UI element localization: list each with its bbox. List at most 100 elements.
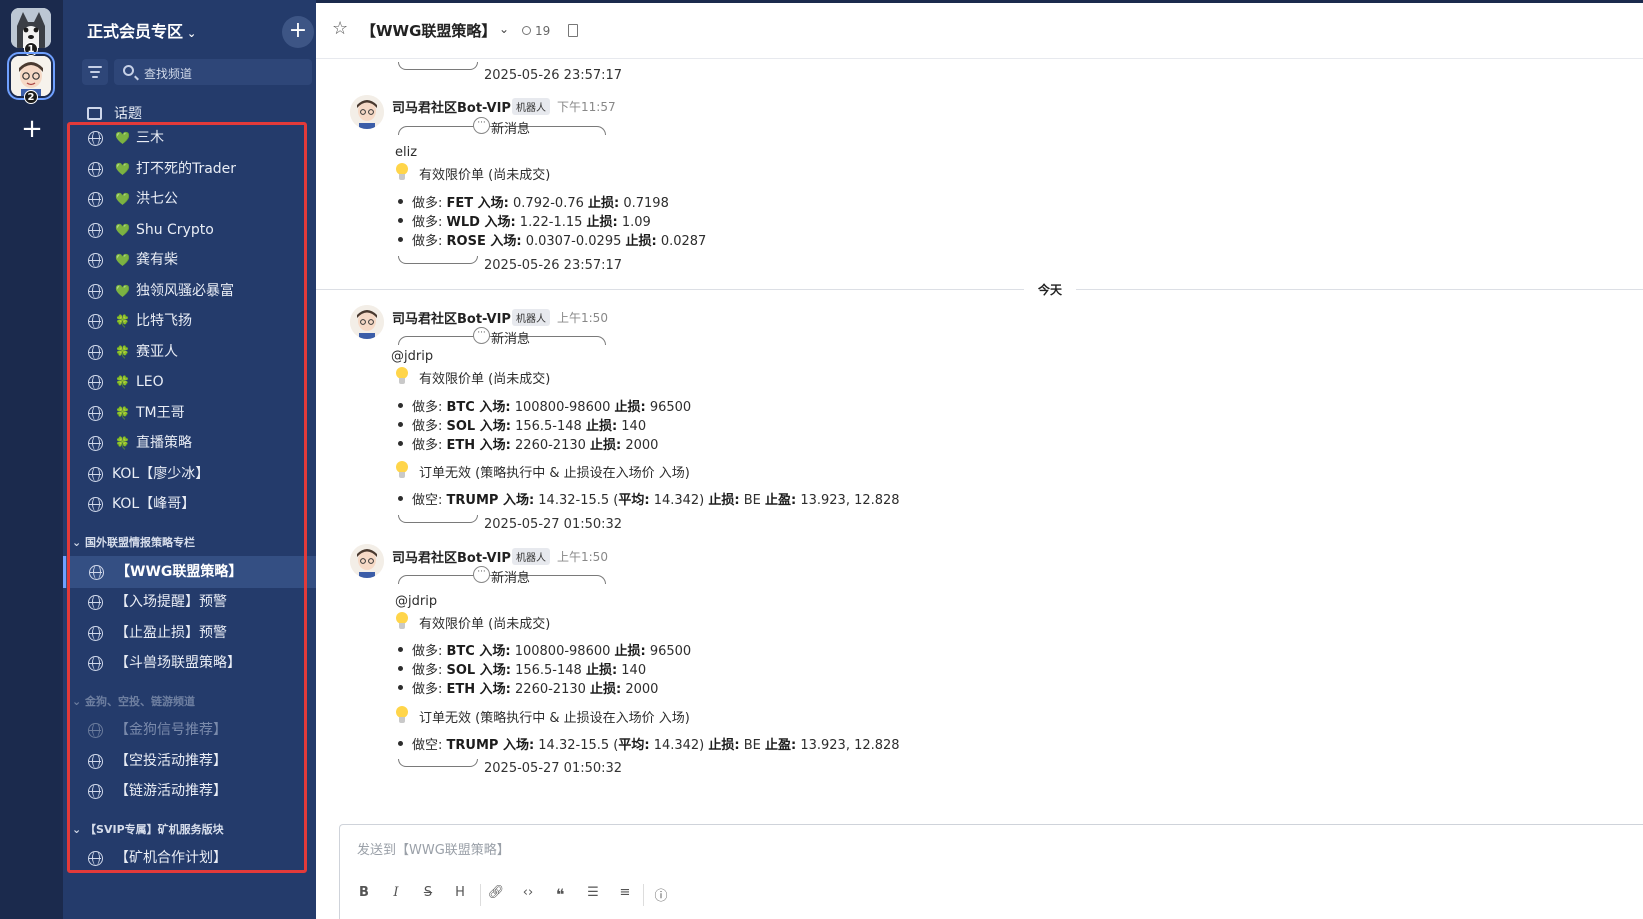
message-header: 新消息 [491, 571, 531, 586]
category-header[interactable]: ⌄ 【SVIP专属】矿机服务版块 [72, 821, 224, 837]
message-composer[interactable]: 发送到【WWG联盟策略】 B I S H 🔗︎ ‹› ❝ ☰ ≡ ⓘ [339, 824, 1643, 919]
channel-label: 【斗兽场联盟策略】 [115, 655, 241, 671]
member-count[interactable]: 19 [522, 24, 550, 38]
globe-icon [88, 284, 103, 299]
star-icon[interactable]: ☆ [332, 18, 348, 39]
channel-label: 【空投活动推荐】 [115, 753, 227, 769]
section-title: 有效限价单 (尚未成交) [419, 617, 551, 632]
lightbulb-icon [395, 163, 409, 181]
search-icon [123, 65, 134, 76]
server-badge: 1 [24, 42, 38, 56]
message-header: 新消息 [491, 332, 531, 347]
channel-item[interactable]: 🍀 赛亚人 [66, 336, 330, 368]
heading-button[interactable]: H [449, 885, 471, 905]
message-author[interactable]: 司马君社区Bot-VIP [392, 308, 511, 327]
toolbar-divider [643, 884, 644, 906]
channel-item[interactable]: 💚 洪七公 [66, 183, 330, 215]
add-server-icon[interactable]: + [18, 116, 46, 144]
channel-item[interactable]: 🍀 TM王哥 [66, 397, 330, 429]
topics-link[interactable]: 话题 [87, 103, 142, 123]
server-icon-1[interactable]: 1 [11, 8, 51, 56]
channel-item[interactable]: 【金狗信号推荐】 [66, 714, 330, 746]
channel-item[interactable]: 💚 Shu Crypto [66, 214, 330, 246]
server-rail: 1 2 + [0, 0, 63, 919]
channel-item[interactable]: 【矿机合作计划】 [66, 842, 330, 874]
channel-title[interactable]: 【WWG联盟策略】 [361, 20, 496, 41]
channel-item[interactable]: 【止盈止损】预警 [66, 617, 330, 649]
mention[interactable]: eliz [395, 145, 417, 160]
chevron-down-icon[interactable]: ⌄ [499, 22, 509, 36]
channel-sidebar: 正式会员专区 ⌄ + 查找频道 话题 💚 三木 💚 打不死的Trader 💚 洪七公 💚… [63, 0, 330, 919]
green-heart-icon: 💚 [115, 192, 130, 206]
clover-icon: 🍀 [115, 345, 130, 359]
channel-item[interactable]: 【入场提醒】预警 [66, 586, 330, 618]
bullet-icon [398, 496, 403, 501]
category-header[interactable]: ⌄ 国外联盟情报策略专栏 [72, 534, 195, 550]
quote-icon[interactable]: ❝ [549, 885, 571, 905]
mention[interactable]: @jdrip [391, 349, 433, 364]
channel-item[interactable]: 🍀 比特飞扬 [66, 305, 330, 337]
message-author[interactable]: 司马君社区Bot-VIP [392, 547, 511, 566]
channel-label: 比特飞扬 [135, 313, 192, 329]
add-channel-button[interactable]: + [282, 16, 314, 48]
category-header[interactable]: ⌄ 金狗、空投、链游频道 [72, 693, 195, 709]
order-line: 做空: TRUMP 入场: 14.32-15.5 (平均: 14.342) 止损… [412, 493, 900, 508]
channel-label: 打不死的Trader [135, 161, 237, 177]
channel-item[interactable]: 💚 三木 [66, 122, 330, 154]
channel-item[interactable]: 💚 独领风骚必暴富 [66, 275, 330, 307]
channel-label: 【金狗信号推荐】 [115, 722, 227, 738]
globe-icon [88, 162, 103, 177]
channel-item[interactable]: 【空投活动推荐】 [66, 745, 330, 777]
message-timestamp: 2025-05-26 23:57:17 [484, 68, 623, 83]
strikethrough-button[interactable]: S [417, 885, 439, 905]
avatar[interactable] [350, 95, 384, 129]
category-label: 国外联盟情报策略专栏 [85, 536, 196, 549]
code-icon[interactable]: ‹› [517, 885, 539, 905]
bullet-icon [398, 199, 403, 204]
globe-icon [88, 784, 103, 799]
order-line: 做多: FET 入场: 0.792-0.76 止损: 0.7198 [412, 196, 669, 211]
message-author[interactable]: 司马君社区Bot-VIP [392, 97, 511, 116]
channel-item[interactable]: KOL【廖少冰】 [66, 458, 330, 490]
server-badge: 2 [24, 90, 38, 104]
channel-item[interactable]: 【链游活动推荐】 [66, 775, 330, 807]
channel-label: LEO [135, 374, 164, 390]
globe-icon [88, 851, 103, 866]
link-icon[interactable]: 🔗︎ [485, 885, 507, 905]
channel-item[interactable]: 💚 龚有柴 [66, 244, 330, 276]
numbered-list-icon[interactable]: ≡ [614, 885, 636, 905]
server-icon-2[interactable]: 2 [7, 52, 55, 104]
globe-icon [88, 375, 103, 390]
globe-icon [88, 314, 103, 329]
globe-icon [88, 223, 103, 238]
document-icon[interactable] [568, 24, 578, 37]
day-divider-label: 今天 [1024, 281, 1077, 298]
order-line: 做空: TRUMP 入场: 14.32-15.5 (平均: 14.342) 止损… [412, 738, 900, 753]
info-icon[interactable]: ⓘ [650, 885, 672, 905]
channel-item[interactable]: 【斗兽场联盟策略】 [66, 647, 330, 679]
mention[interactable]: @jdrip [395, 594, 437, 609]
clover-icon: 🍀 [115, 436, 130, 450]
avatar[interactable] [350, 544, 384, 578]
globe-icon [88, 436, 103, 451]
globe-icon [88, 595, 103, 610]
channel-item[interactable]: 💚 打不死的Trader [66, 153, 330, 185]
globe-icon [88, 656, 103, 671]
bot-badge: 机器人 [512, 548, 550, 565]
channel-item[interactable]: 🍀 直播策略 [66, 427, 330, 459]
search-input[interactable]: 查找频道 [114, 59, 312, 85]
channel-item[interactable]: 🍀 LEO [66, 366, 330, 398]
filter-icon[interactable] [82, 59, 108, 85]
green-heart-icon: 💚 [115, 253, 130, 267]
bold-button[interactable]: B [353, 885, 375, 905]
speech-bubble-icon: ··· [473, 327, 490, 344]
avatar[interactable] [350, 305, 384, 339]
bullet-icon [398, 403, 403, 408]
bullet-list-icon[interactable]: ☰ [582, 885, 604, 905]
italic-button[interactable]: I [385, 885, 407, 905]
channel-label: 龚有柴 [135, 252, 178, 268]
channel-label: 【入场提醒】预警 [115, 594, 227, 610]
workspace-title[interactable]: 正式会员专区 ⌄ [87, 18, 196, 42]
channel-item[interactable]: KOL【峰哥】 [66, 488, 330, 520]
channel-item-active[interactable]: 【WWG联盟策略】 [63, 556, 330, 588]
